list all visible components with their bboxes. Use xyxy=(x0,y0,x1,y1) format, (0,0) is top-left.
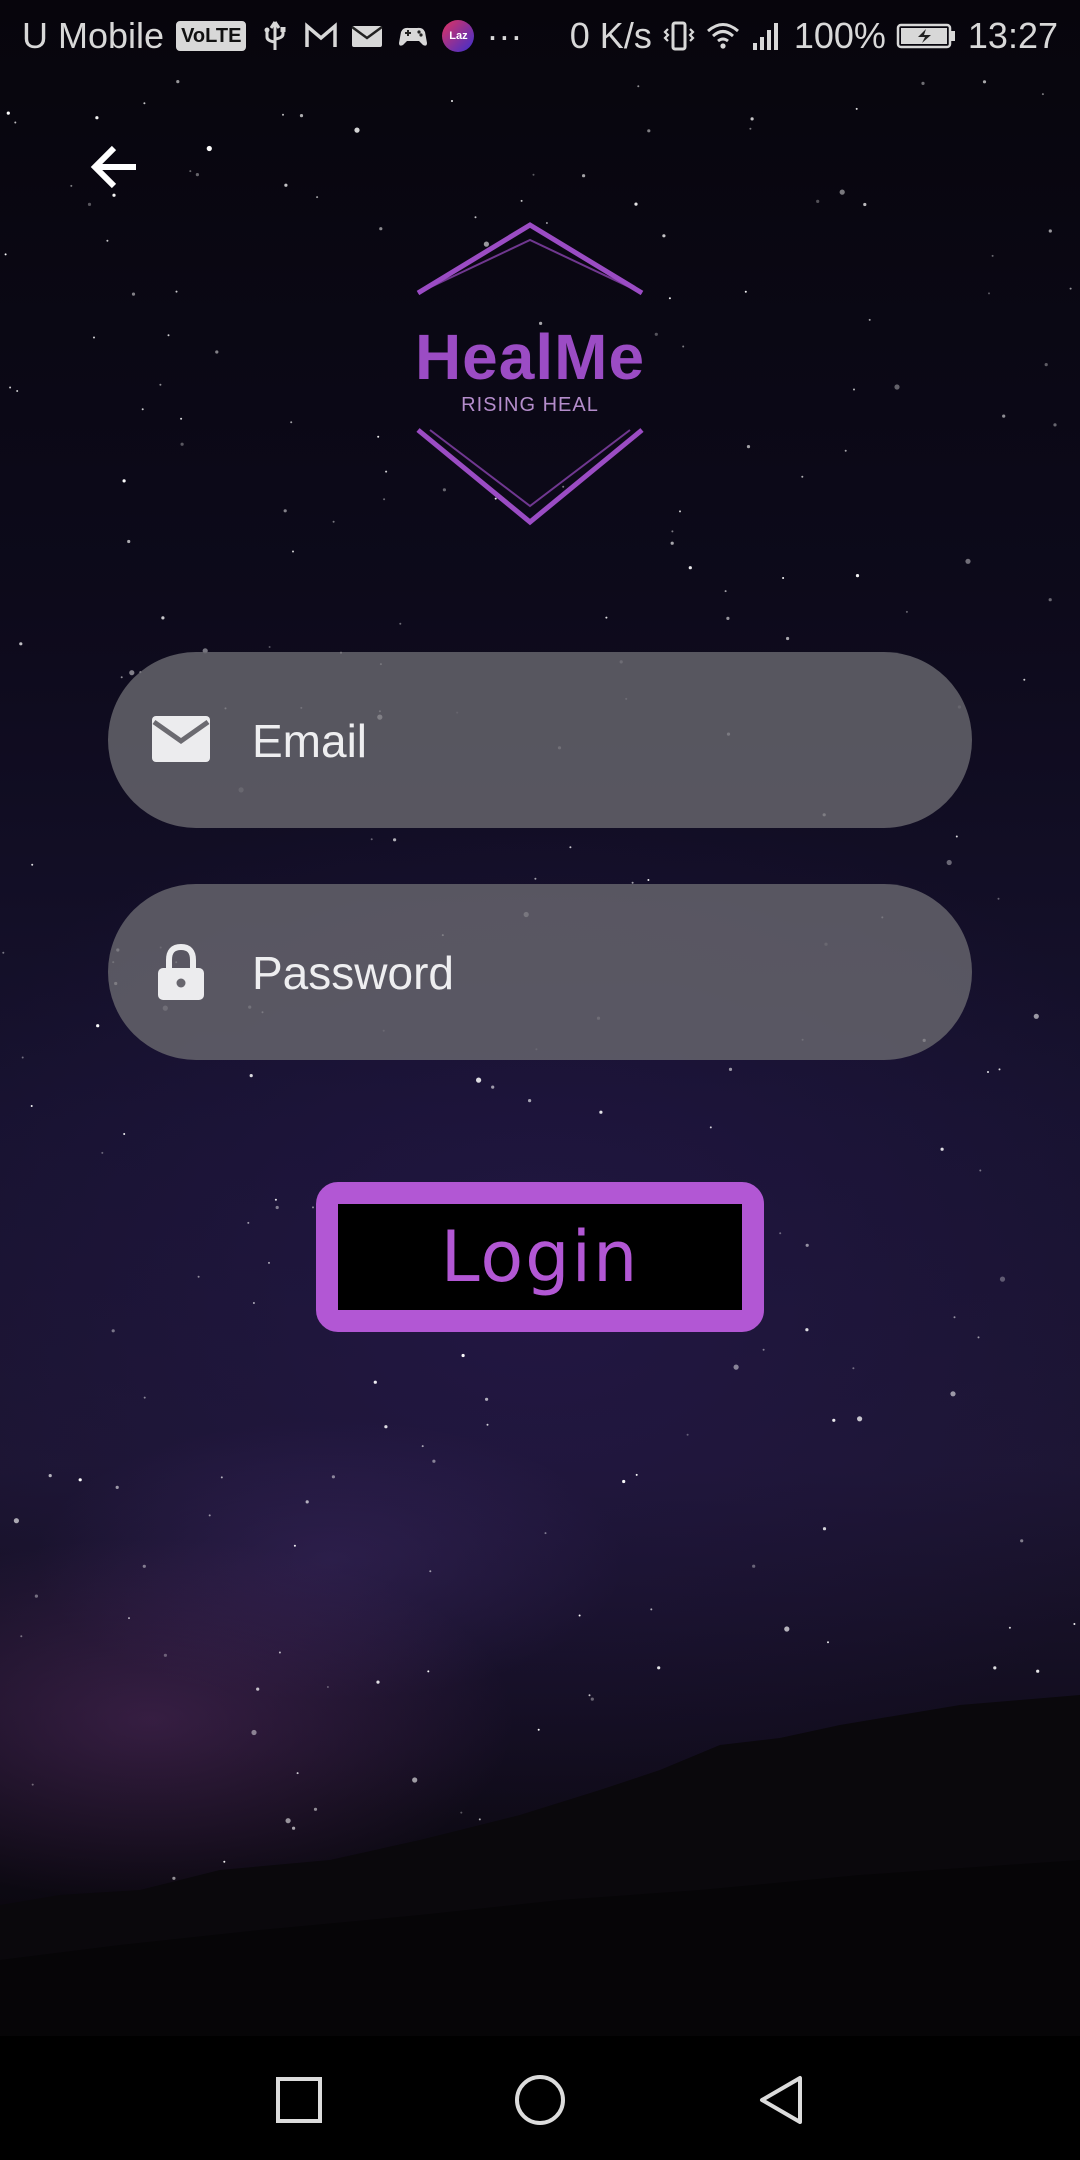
triangle-back-icon[interactable] xyxy=(756,2074,808,2126)
signal-icon xyxy=(752,23,778,50)
usb-icon xyxy=(264,21,286,50)
email-input[interactable] xyxy=(252,714,932,768)
login-screen: U Mobile VoLTE Laz ··· 0 K/s 100% 13:27 … xyxy=(0,0,1080,2036)
healme-logo: HealMe RISING HEAL xyxy=(370,220,690,526)
network-speed: 0 K/s xyxy=(569,15,652,56)
volte-badge: VoLTE xyxy=(176,21,247,51)
arrow-left-icon[interactable] xyxy=(84,134,154,204)
lazada-icon: Laz xyxy=(442,20,475,52)
mail-icon xyxy=(351,25,384,47)
logo-title: HealMe xyxy=(414,321,646,393)
password-field[interactable] xyxy=(108,884,972,1060)
more-notifications-icon: ··· xyxy=(486,15,523,56)
game-controller-icon xyxy=(399,27,428,46)
square-icon[interactable] xyxy=(273,2074,325,2126)
vibrate-icon xyxy=(663,21,695,51)
status-bar: U Mobile VoLTE Laz ··· 0 K/s 100% 13:27 xyxy=(0,0,1080,76)
logo-subtitle: RISING HEAL xyxy=(461,394,599,416)
battery-charging-icon xyxy=(896,23,955,49)
gmail-icon xyxy=(305,22,338,47)
navigation-bar xyxy=(0,2036,1080,2160)
clock: 13:27 xyxy=(967,15,1058,56)
password-input[interactable] xyxy=(252,946,932,1000)
email-field[interactable] xyxy=(108,652,972,828)
lock-icon xyxy=(158,944,204,1000)
battery-percent: 100% xyxy=(793,15,886,56)
circle-icon[interactable] xyxy=(514,2074,566,2126)
wifi-icon xyxy=(706,23,739,49)
envelope-icon xyxy=(152,716,210,762)
carrier-name: U Mobile xyxy=(22,15,165,56)
login-button[interactable]: Login xyxy=(316,1182,764,1332)
